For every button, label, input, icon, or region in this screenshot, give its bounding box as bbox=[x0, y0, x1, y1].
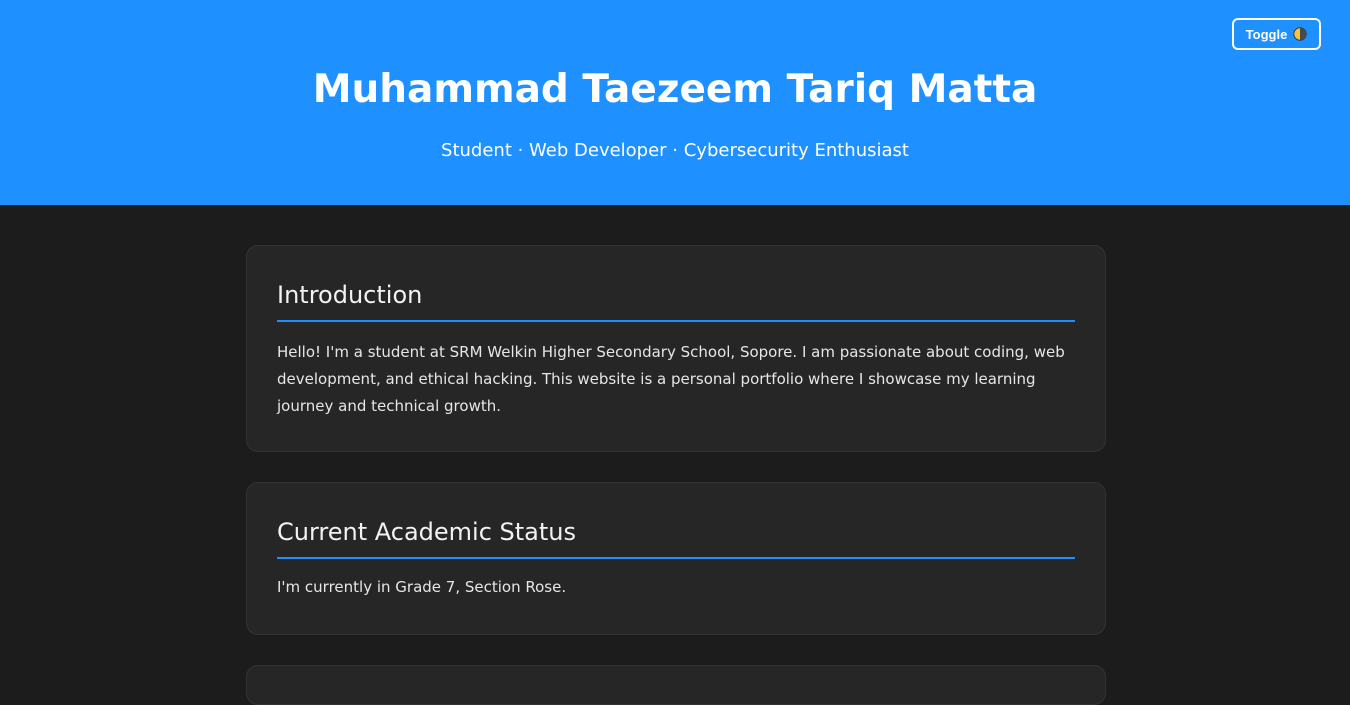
introduction-card: Introduction Hello! I'm a student at SRM… bbox=[246, 245, 1106, 452]
introduction-heading: Introduction bbox=[277, 246, 1075, 322]
academic-status-text: I'm currently in Grade 7, Section Rose. bbox=[277, 578, 567, 596]
page-title: Muhammad Taezeem Tariq Matta bbox=[312, 67, 1038, 112]
half-moon-icon bbox=[1293, 27, 1308, 41]
introduction-text: Hello! I'm a student at SRM Welkin Highe… bbox=[277, 343, 1065, 415]
toggle-label: Toggle bbox=[1245, 26, 1288, 42]
next-section-card bbox=[246, 665, 1106, 705]
academic-status-card: Current Academic Status I'm currently in… bbox=[246, 482, 1106, 635]
theme-toggle-button[interactable]: Toggle bbox=[1232, 18, 1321, 50]
academic-status-heading: Current Academic Status bbox=[277, 483, 1075, 559]
page-subtitle: Student · Web Developer · Cybersecurity … bbox=[441, 140, 909, 161]
site-header: Toggle Muhammad Taezeem Tariq Matta Stud… bbox=[0, 0, 1350, 205]
